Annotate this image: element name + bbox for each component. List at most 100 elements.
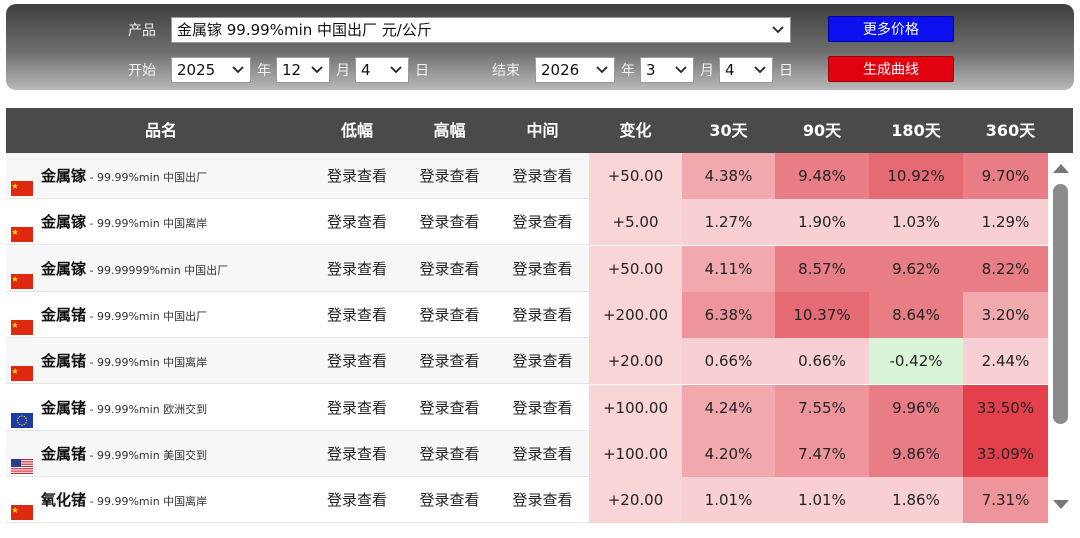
col-header-name[interactable]: 品名 bbox=[6, 108, 316, 153]
scrollbar-thumb[interactable] bbox=[1053, 184, 1068, 424]
cell-low[interactable]: 登录查看 bbox=[311, 153, 403, 199]
cell-low[interactable]: 登录查看 bbox=[311, 477, 403, 523]
col-header-change[interactable]: 变化 bbox=[589, 108, 682, 153]
chevron-down-icon bbox=[390, 66, 402, 74]
cell-30d: 4.11% bbox=[682, 245, 775, 292]
start-label: 开始 bbox=[128, 63, 156, 79]
cell-mid[interactable]: 登录查看 bbox=[496, 338, 589, 384]
table-row[interactable]: 金属镓 - 99.99999%min 中国出厂 登录查看 登录查看 登录查看 +50.0… bbox=[6, 245, 1048, 292]
unit-day-label: 日 bbox=[779, 63, 793, 79]
start-day-select[interactable]: 4 bbox=[355, 57, 409, 83]
col-header-30d[interactable]: 30天 bbox=[682, 108, 775, 153]
cell-mid[interactable]: 登录查看 bbox=[496, 385, 589, 431]
table-row[interactable]: 金属锗 - 99.99%min 中国离岸 登录查看 登录查看 登录查看 +20.00 0.… bbox=[6, 338, 1048, 385]
cell-low[interactable]: 登录查看 bbox=[311, 338, 403, 384]
product-name-text: 金属镓 bbox=[41, 167, 87, 185]
unit-year-label: 年 bbox=[621, 63, 635, 79]
cell-low[interactable]: 登录查看 bbox=[311, 431, 403, 477]
col-header-high[interactable]: 高幅 bbox=[403, 108, 496, 153]
cell-product-name[interactable]: 金属镓 - 99.99999%min 中国出厂 bbox=[6, 246, 311, 292]
table-row[interactable]: 金属锗 - 99.99%min 中国出厂 登录查看 登录查看 登录查看 +200.00 6… bbox=[6, 291, 1048, 338]
cell-mid[interactable]: 登录查看 bbox=[496, 292, 589, 338]
end-day-value: 4 bbox=[725, 61, 735, 79]
cell-30d: 1.01% bbox=[682, 477, 775, 524]
table-row[interactable]: 金属锗 - 99.99%min 美国交到 登录查看 登录查看 登录查看 +100.00 4… bbox=[6, 430, 1048, 477]
cell-high[interactable]: 登录查看 bbox=[403, 246, 496, 292]
cell-low[interactable]: 登录查看 bbox=[311, 292, 403, 338]
cell-360d: 8.22% bbox=[963, 245, 1048, 292]
product-spec-text: - 99.99999%min 中国出厂 bbox=[86, 263, 229, 277]
cell-low[interactable]: 登录查看 bbox=[311, 199, 403, 245]
cell-360d: 33.09% bbox=[963, 430, 1048, 477]
cell-change: +50.00 bbox=[589, 153, 682, 199]
cell-180d: -0.42% bbox=[869, 338, 963, 385]
cell-high[interactable]: 登录查看 bbox=[403, 431, 496, 477]
cell-mid[interactable]: 登录查看 bbox=[496, 431, 589, 477]
more-prices-button[interactable]: 更多价格 bbox=[828, 16, 954, 42]
end-month-value: 3 bbox=[646, 61, 656, 79]
chevron-down-icon bbox=[675, 66, 687, 74]
cell-mid[interactable]: 登录查看 bbox=[496, 153, 589, 199]
cell-high[interactable]: 登录查看 bbox=[403, 199, 496, 245]
cell-low[interactable]: 登录查看 bbox=[311, 246, 403, 292]
cell-90d: 1.01% bbox=[775, 477, 869, 524]
cell-mid[interactable]: 登录查看 bbox=[496, 246, 589, 292]
end-label: 结束 bbox=[492, 63, 520, 79]
chevron-down-icon bbox=[232, 66, 244, 74]
col-header-180d[interactable]: 180天 bbox=[869, 108, 963, 153]
scroll-up-icon[interactable] bbox=[1053, 164, 1069, 173]
cn-flag-icon bbox=[11, 492, 33, 521]
cell-product-name[interactable]: 金属锗 - 99.99%min 美国交到 bbox=[6, 431, 311, 477]
scroll-down-icon[interactable] bbox=[1053, 500, 1069, 509]
product-name-text: 金属锗 bbox=[41, 444, 87, 463]
cell-360d: 1.29% bbox=[963, 199, 1048, 246]
generate-curve-button[interactable]: 生成曲线 bbox=[828, 56, 954, 82]
end-year-select[interactable]: 2026 bbox=[535, 57, 615, 83]
cell-low[interactable]: 登录查看 bbox=[311, 385, 403, 431]
product-spec-text: - 99.99%min 中国离岸 bbox=[86, 217, 208, 231]
product-spec-text: - 99.99%min 美国交到 bbox=[86, 448, 208, 462]
product-name-text: 金属锗 bbox=[41, 398, 87, 417]
product-name-text: 氧化锗 bbox=[41, 491, 87, 510]
table-row[interactable]: 金属镓 - 99.99%min 中国出厂 登录查看 登录查看 登录查看 +50.00 4.… bbox=[6, 153, 1048, 199]
cell-product-name[interactable]: 氧化锗 - 99.99%min 中国离岸 bbox=[6, 477, 311, 523]
cell-30d: 0.66% bbox=[682, 338, 775, 385]
cell-360d: 7.31% bbox=[963, 477, 1048, 524]
cell-product-name[interactable]: 金属锗 - 99.99%min 欧洲交到 bbox=[6, 385, 311, 431]
product-name: 氧化锗 - 99.99%min 中国离岸 bbox=[41, 477, 207, 525]
cell-mid[interactable]: 登录查看 bbox=[496, 199, 589, 245]
cell-high[interactable]: 登录查看 bbox=[403, 338, 496, 384]
cell-mid[interactable]: 登录查看 bbox=[496, 477, 589, 523]
table-row[interactable]: 金属镓 - 99.99%min 中国离岸 登录查看 登录查看 登录查看 +5.00 1.2… bbox=[6, 199, 1048, 246]
cell-product-name[interactable]: 金属镓 - 99.99%min 中国出厂 bbox=[6, 153, 311, 199]
product-spec-text: - 99.99%min 中国离岸 bbox=[86, 495, 208, 509]
cell-high[interactable]: 登录查看 bbox=[403, 477, 496, 523]
col-header-90d[interactable]: 90天 bbox=[775, 108, 869, 153]
col-header-360d[interactable]: 360天 bbox=[963, 108, 1058, 153]
product-select[interactable]: 金属镓 99.99%min 中国出厂 元/公斤 bbox=[171, 17, 791, 43]
cell-product-name[interactable]: 金属镓 - 99.99%min 中国离岸 bbox=[6, 199, 311, 245]
cell-high[interactable]: 登录查看 bbox=[403, 385, 496, 431]
start-month-select[interactable]: 12 bbox=[276, 57, 330, 83]
table-row[interactable]: 氧化锗 - 99.99%min 中国离岸 登录查看 登录查看 登录查看 +20.00 1.… bbox=[6, 477, 1048, 524]
cell-product-name[interactable]: 金属锗 - 99.99%min 中国出厂 bbox=[6, 292, 311, 338]
end-month-select[interactable]: 3 bbox=[640, 57, 694, 83]
cell-30d: 1.27% bbox=[682, 199, 775, 246]
table-row[interactable]: 金属锗 - 99.99%min 欧洲交到 登录查看 登录查看 登录查看 +100.00 4… bbox=[6, 384, 1048, 431]
cell-change: +20.00 bbox=[589, 338, 682, 385]
cell-180d: 1.86% bbox=[869, 477, 963, 524]
product-name: 金属锗 - 99.99%min 欧洲交到 bbox=[41, 385, 207, 433]
col-header-mid[interactable]: 中间 bbox=[496, 108, 589, 153]
col-header-low[interactable]: 低幅 bbox=[311, 108, 403, 153]
cell-high[interactable]: 登录查看 bbox=[403, 292, 496, 338]
cell-30d: 4.38% bbox=[682, 153, 775, 199]
cell-360d: 33.50% bbox=[963, 384, 1048, 431]
start-year-select[interactable]: 2025 bbox=[171, 57, 251, 83]
cn-flag-icon bbox=[11, 214, 33, 243]
end-day-select[interactable]: 4 bbox=[719, 57, 773, 83]
cell-product-name[interactable]: 金属锗 - 99.99%min 中国离岸 bbox=[6, 338, 311, 384]
product-spec-text: - 99.99%min 中国出厂 bbox=[86, 171, 208, 184]
cell-change: +100.00 bbox=[589, 384, 682, 431]
cell-90d: 7.47% bbox=[775, 430, 869, 477]
cell-high[interactable]: 登录查看 bbox=[403, 153, 496, 199]
